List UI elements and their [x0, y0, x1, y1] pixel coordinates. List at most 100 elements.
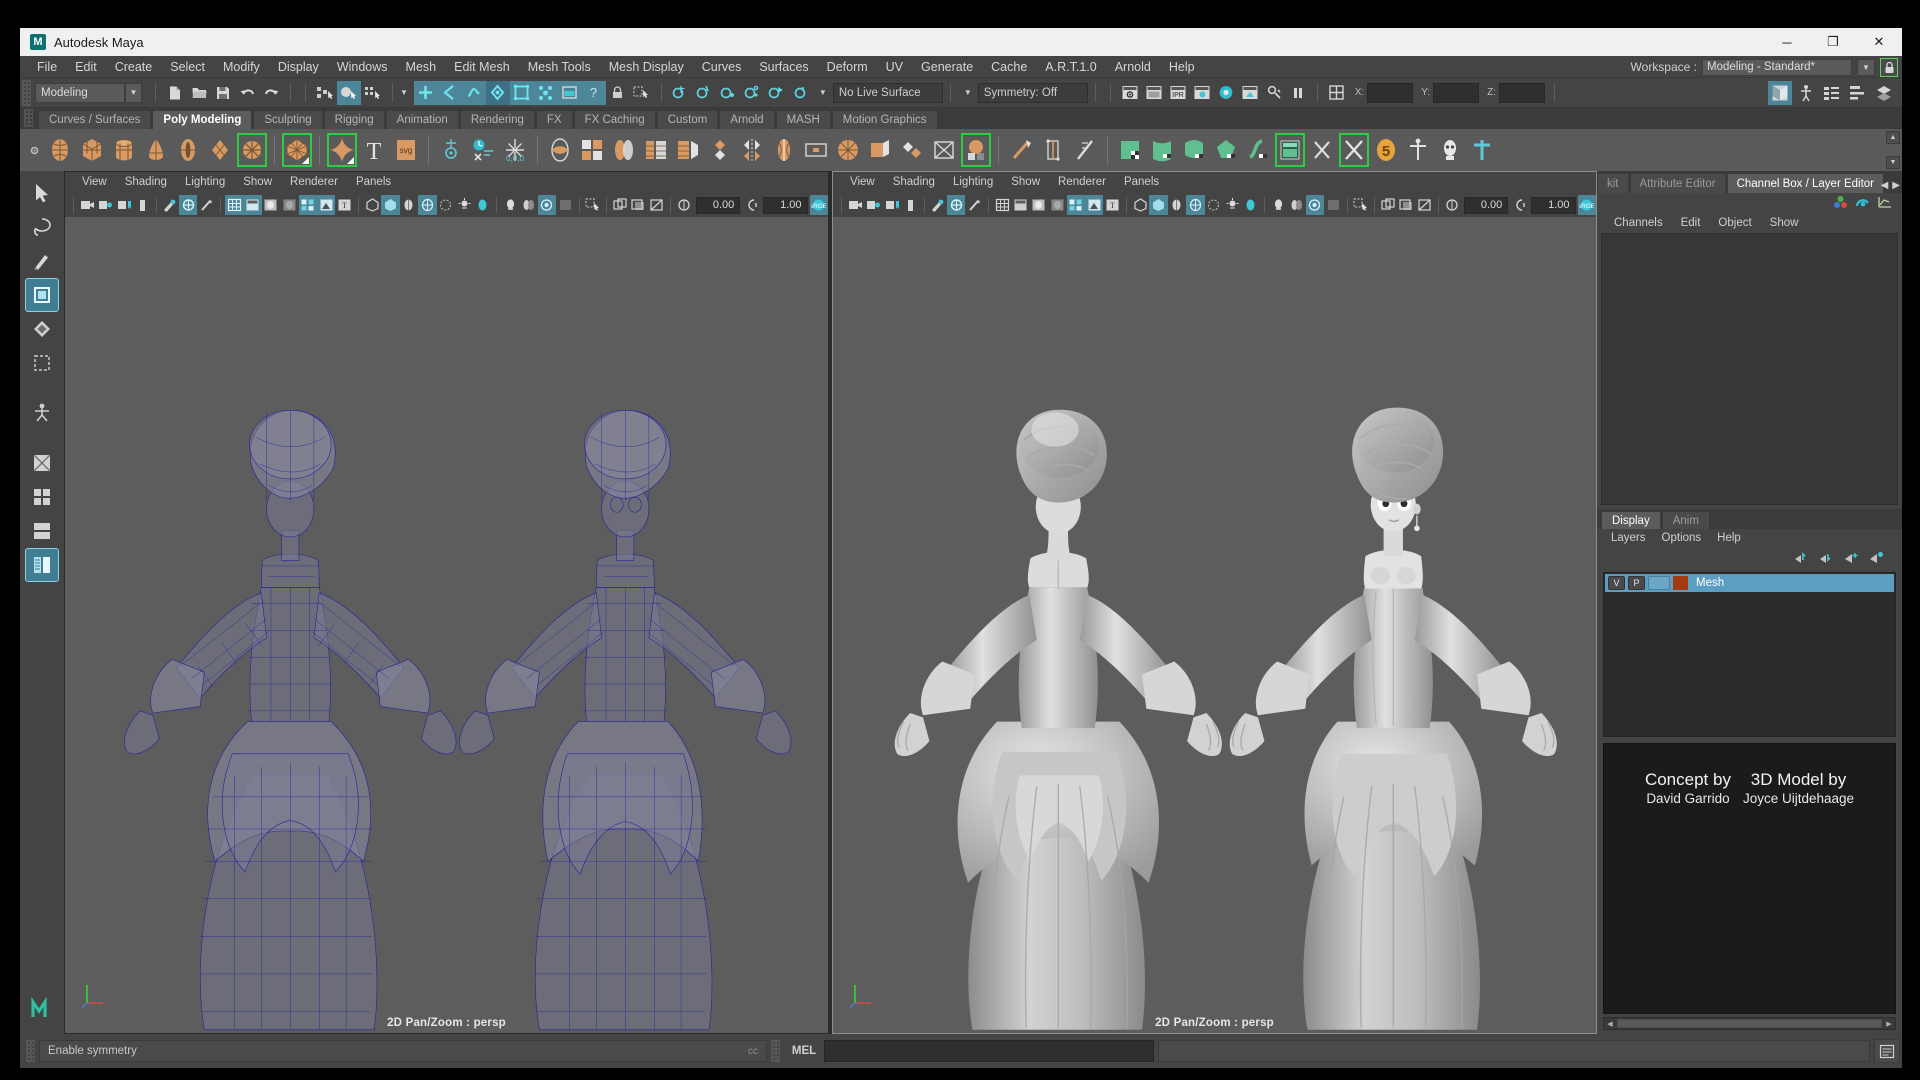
snap-to-planes-icon[interactable] [741, 81, 765, 105]
last-tool-icon[interactable] [26, 397, 58, 429]
tab-modeling-toolkit[interactable]: kit [1597, 173, 1629, 193]
wireframe-display-icon[interactable] [224, 195, 244, 215]
viewport-left-gamma-field[interactable]: 1.00 [762, 196, 808, 214]
coord-x-input[interactable] [1367, 82, 1414, 103]
uv-planar-icon[interactable] [1115, 133, 1145, 167]
viewport-right[interactable]: View Shading Lighting Show Renderer Pane… [832, 171, 1597, 1034]
poly-cylinder-icon[interactable] [109, 133, 139, 167]
select-camera-icon[interactable] [78, 195, 96, 215]
channel-menu-edit[interactable]: Edit [1672, 217, 1710, 229]
multi-cut-icon[interactable] [929, 133, 959, 167]
lighting-icon[interactable] [1223, 195, 1241, 215]
gamma-icon[interactable] [742, 195, 760, 215]
image-plane-toggle-icon[interactable] [629, 195, 647, 215]
chevron-down-icon[interactable]: ▼ [125, 82, 142, 103]
sculpt-geometry-icon[interactable] [961, 133, 991, 167]
fill-hole-icon[interactable] [897, 133, 927, 167]
film-gate-icon[interactable] [965, 195, 983, 215]
graph-editor-icon[interactable] [1877, 195, 1892, 212]
chevron-down-icon[interactable]: ▼ [1886, 156, 1900, 169]
shadows-icon[interactable] [1085, 195, 1104, 215]
chevron-down-icon[interactable]: ▼ [964, 88, 972, 97]
two-d-pan-zoom-icon[interactable] [929, 195, 947, 215]
film-gate-icon[interactable] [197, 195, 215, 215]
snap-point-icon[interactable] [461, 80, 486, 105]
menu-windows[interactable]: Windows [328, 56, 397, 78]
viewport-left-menu-panels[interactable]: Panels [347, 172, 400, 193]
snap-projected-center-icon[interactable] [485, 80, 510, 105]
rig-control-icon[interactable] [1467, 133, 1497, 167]
input-output-connections-icon[interactable] [1325, 81, 1349, 105]
tool-settings-toggle-icon[interactable] [1872, 81, 1896, 105]
command-line-grip[interactable] [770, 1040, 780, 1062]
paint-effects-toggle-icon[interactable] [611, 195, 629, 215]
select-hierarchy-icon[interactable] [313, 81, 337, 105]
modeling-toolkit-icon[interactable] [1768, 81, 1792, 105]
chevron-right-icon[interactable]: ▶ [1892, 180, 1900, 191]
shadow-map-icon[interactable] [519, 195, 537, 215]
layer-tab-display[interactable]: Display [1601, 510, 1661, 529]
shelf-grip[interactable] [24, 109, 33, 127]
menu-art[interactable]: A.R.T.1.0 [1036, 56, 1105, 78]
single-perspective-layout-icon[interactable] [26, 447, 58, 479]
pause-icon[interactable] [1286, 81, 1310, 105]
no-image-plane-icon[interactable] [1416, 195, 1434, 215]
close-button[interactable]: ✕ [1856, 28, 1902, 56]
viewport-left-canvas[interactable]: 2D Pan/Zoom : persp [65, 217, 828, 1033]
light-shading-icon[interactable] [501, 195, 519, 215]
render-current-frame-icon[interactable] [1118, 81, 1142, 105]
snap-to-points-icon[interactable] [717, 81, 741, 105]
motion-blur-icon[interactable] [1324, 195, 1342, 215]
default-material-icon[interactable] [418, 195, 437, 215]
image-plane-icon[interactable] [133, 195, 151, 215]
viewport-right-menu-show[interactable]: Show [1002, 172, 1049, 193]
snap-to-grids-icon[interactable] [669, 81, 693, 105]
move-layer-up-icon[interactable] [1794, 551, 1809, 566]
snap-to-curves-icon[interactable] [693, 81, 717, 105]
lighting-icon[interactable] [455, 195, 473, 215]
menu-deform[interactable]: Deform [818, 56, 877, 78]
new-scene-icon[interactable] [163, 81, 187, 105]
ipr-render-icon[interactable]: IPR [1166, 81, 1190, 105]
shelf-tab-fx[interactable]: FX [535, 110, 573, 129]
mirror-icon[interactable] [737, 133, 767, 167]
viewport-right-gamma-field[interactable]: 1.00 [1530, 196, 1576, 214]
poly-cone-icon[interactable] [141, 133, 171, 167]
snap-grid-icon[interactable] [413, 80, 438, 105]
gear-icon[interactable] [24, 145, 44, 156]
shelf-tab-arnold[interactable]: Arnold [719, 110, 775, 129]
command-input[interactable] [824, 1040, 1155, 1062]
paint-effects-toggle-icon[interactable] [1379, 195, 1397, 215]
human-ik-icon[interactable] [1794, 81, 1818, 105]
shelf-tab-rendering[interactable]: Rendering [459, 110, 535, 129]
reset-transform-icon[interactable]: 0,0,0 [500, 133, 530, 167]
chevron-left-icon[interactable]: ◀ [1604, 1020, 1616, 1028]
viewport-left-menu-lighting[interactable]: Lighting [176, 172, 234, 193]
shadow-map-icon[interactable] [1287, 195, 1305, 215]
viewport-right-menu-shading[interactable]: Shading [884, 172, 944, 193]
menu-mesh-tools[interactable]: Mesh Tools [519, 56, 600, 78]
help-snap-icon[interactable]: ? [581, 80, 606, 105]
use-all-lights-icon[interactable] [298, 195, 318, 215]
combine-icon[interactable] [545, 133, 575, 167]
viewport-left-menu-shading[interactable]: Shading [116, 172, 176, 193]
motion-blur-icon[interactable] [556, 195, 574, 215]
chevron-down-icon[interactable]: ▼ [819, 88, 827, 97]
shaded-textured-icon[interactable] [280, 195, 298, 215]
gamma-icon[interactable] [1510, 195, 1528, 215]
texture-display-icon[interactable] [437, 195, 455, 215]
menu-generate[interactable]: Generate [912, 56, 982, 78]
viewport-right-menu-panels[interactable]: Panels [1115, 172, 1168, 193]
menu-mesh-display[interactable]: Mesh Display [600, 56, 693, 78]
tab-attribute-editor[interactable]: Attribute Editor [1629, 173, 1726, 193]
shelf-tab-rigging[interactable]: Rigging [323, 110, 385, 129]
four-view-layout-icon[interactable] [26, 481, 58, 513]
bookmark-camera-icon[interactable] [115, 195, 133, 215]
poly-platonic-icon[interactable] [282, 133, 312, 167]
menu-modify[interactable]: Modify [214, 56, 269, 78]
bookmark-camera-icon[interactable] [883, 195, 901, 215]
mel-label[interactable]: MEL [784, 1045, 824, 1057]
smooth-shade-all-icon[interactable] [262, 195, 280, 215]
xray-mode-icon[interactable] [1131, 195, 1149, 215]
viewport-right-exposure-field[interactable]: 0.00 [1463, 196, 1509, 214]
